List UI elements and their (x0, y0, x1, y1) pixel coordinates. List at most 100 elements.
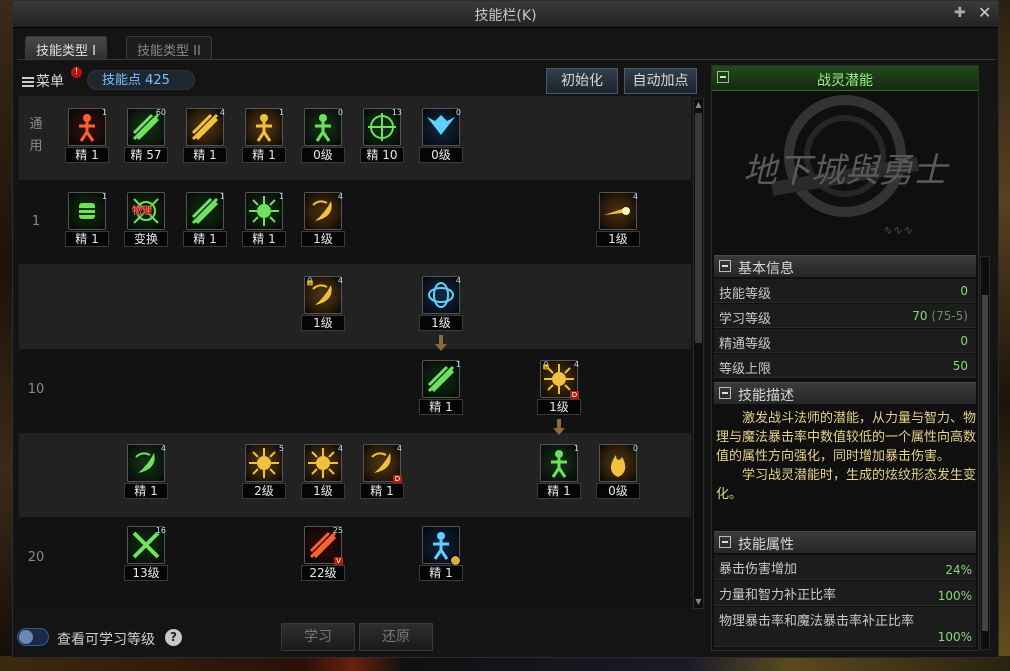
pin-icon[interactable]: ✚ (954, 5, 966, 21)
scroll-thumb[interactable] (695, 113, 702, 343)
menu-button[interactable]: 菜单 (22, 71, 64, 91)
title-bar[interactable]: 技能栏(K) ✚ ✕ (13, 1, 998, 28)
auto-assign-button[interactable]: 自动加点 (624, 68, 697, 94)
skill-slot[interactable]: 0 0级 (301, 108, 345, 166)
help-icon[interactable]: ? (165, 629, 182, 646)
skill-slot[interactable]: 4 🔒 D 1级 (537, 360, 581, 418)
info-key: 等级上限 (719, 362, 772, 377)
tab-skill-type-1[interactable]: 技能类型 I (25, 36, 107, 60)
sitting-figure-icon[interactable] (245, 108, 283, 146)
skill-slot[interactable]: 1 精 1 (65, 192, 109, 250)
info-value: 0 (960, 284, 968, 298)
skill-level-label: 0级 (301, 147, 345, 163)
attr-row: 物理暴击率和魔法暴击率补正比率 100% (714, 607, 976, 647)
skill-slot[interactable]: 4D精 1 (360, 444, 404, 502)
skill-slot[interactable]: 4 精 1 (183, 108, 227, 166)
skill-rank-number: 16 (155, 526, 166, 535)
skill-level-label: 精 1 (65, 147, 109, 163)
skill-slot[interactable]: 25 V 22级 (301, 526, 345, 584)
skill-rank-number: 4 (219, 108, 225, 117)
skill-slot[interactable]: 物理 变换 (124, 192, 168, 250)
value-sub: (75-5) (931, 309, 968, 323)
restore-button[interactable]: 还原 (359, 623, 433, 651)
scroll-down-icon[interactable]: ▼ (694, 596, 703, 608)
skill-slot[interactable]: 16 13级 (124, 526, 168, 584)
detail-scroll-thumb[interactable] (982, 295, 988, 631)
detail-scrollbar[interactable] (980, 256, 990, 650)
green-dash-icon[interactable] (186, 192, 224, 230)
green-splash-icon[interactable] (245, 192, 283, 230)
description-header[interactable]: 技能描述 (714, 382, 976, 404)
skill-slot[interactable]: 4 🔒 1级 (301, 276, 345, 334)
section-title: 技能属性 (738, 537, 794, 553)
skill-slot[interactable]: 4 1级 (301, 444, 345, 502)
skill-rank-number: 60 (155, 108, 166, 117)
info-value: 70 (75-5) (912, 309, 968, 323)
skill-rank-number: 4 (337, 192, 343, 201)
skill-level-label: 1级 (301, 315, 345, 331)
skill-slot[interactable]: 1 精 1 (65, 108, 109, 166)
reset-button[interactable]: 初始化 (546, 68, 618, 94)
skill-slot[interactable]: 精 1 (419, 526, 463, 584)
lock-icon: 🔒 (541, 361, 551, 370)
gold-nova-icon[interactable] (245, 444, 283, 482)
gold-spin-icon[interactable] (186, 108, 224, 146)
game-background-right (998, 0, 1010, 671)
scroll-up-icon[interactable]: ▲ (694, 99, 703, 111)
skill-name-header[interactable]: 战灵潜能 (712, 66, 978, 91)
skill-slot[interactable]: 1 精 1 (242, 192, 286, 250)
info-row-skill-level: 技能等级 0 (714, 279, 976, 303)
close-icon[interactable]: ✕ (978, 3, 991, 22)
skill-level-label: 精 1 (242, 231, 286, 247)
show-learnable-toggle[interactable] (17, 628, 49, 646)
attr-value: 100% (937, 589, 972, 603)
gold-flame-icon[interactable] (599, 444, 637, 482)
green-crescent-icon[interactable] (127, 444, 165, 482)
skill-slot[interactable]: 1 精 1 (242, 108, 286, 166)
skill-slot[interactable]: 4 1级 (301, 192, 345, 250)
skill-rank-number: 4 (396, 444, 402, 453)
skill-slot[interactable]: 1 精 1 (537, 444, 581, 502)
skill-slot[interactable]: 5 2级 (242, 444, 286, 502)
collapse-icon[interactable] (719, 536, 731, 548)
collapse-icon[interactable] (719, 260, 731, 272)
skill-level-label: 0级 (419, 147, 463, 163)
window-title: 技能栏(K) (474, 8, 537, 24)
gold-hook-icon[interactable] (304, 192, 342, 230)
skill-slot[interactable]: 60 精 57 (124, 108, 168, 166)
skill-slot[interactable]: 4 精 1 (124, 444, 168, 502)
skill-slot[interactable]: 13 精 10 (360, 108, 404, 166)
gold-comet-icon[interactable] (599, 192, 637, 230)
green-cloak-icon[interactable] (422, 360, 460, 398)
skill-slot[interactable]: 1 精 1 (419, 360, 463, 418)
green-kick-icon[interactable] (304, 108, 342, 146)
green-warrior-icon[interactable] (540, 444, 578, 482)
toggle-label: 查看可学习等级 (57, 632, 155, 648)
armored-fist-icon[interactable] (68, 192, 106, 230)
blue-orb-icon[interactable] (422, 276, 460, 314)
skill-window: 技能栏(K) ✚ ✕ 技能类型 I 技能类型 II 菜单 ! 技能点 425 初… (12, 0, 999, 658)
skill-level-label: 1级 (301, 231, 345, 247)
row-level-label: 1 (31, 214, 41, 229)
gold-flare-icon[interactable] (304, 444, 342, 482)
skill-tree-scrollbar[interactable]: ▲ ▼ (693, 98, 704, 609)
skill-slot[interactable]: 4 1级 (419, 276, 463, 334)
basic-info-header[interactable]: 基本信息 (714, 255, 976, 277)
skill-slot[interactable]: 0 0级 (419, 108, 463, 166)
wings-icon[interactable] (422, 108, 460, 146)
collapse-icon[interactable] (719, 387, 731, 399)
skill-slot[interactable]: 1 精 1 (183, 192, 227, 250)
learn-button[interactable]: 学习 (281, 623, 355, 651)
skill-rank-number: 4 (160, 444, 166, 453)
skill-level-label: 13级 (124, 565, 168, 581)
skill-rank-number: 0 (455, 108, 461, 117)
value-main: 0 (960, 284, 968, 298)
rage-figure-icon[interactable] (68, 108, 106, 146)
skill-slot[interactable]: 0 0级 (596, 444, 640, 502)
attr-key: 物理暴击率和魔法暴击率补正比率 (719, 614, 915, 629)
skill-rank-number: 1 (101, 108, 107, 117)
attributes-header[interactable]: 技能属性 (714, 531, 976, 553)
tab-skill-type-2[interactable]: 技能类型 II (126, 36, 212, 60)
skill-slot[interactable]: 4 1级 (596, 192, 640, 250)
skill-rank-number: 4 (337, 276, 343, 285)
